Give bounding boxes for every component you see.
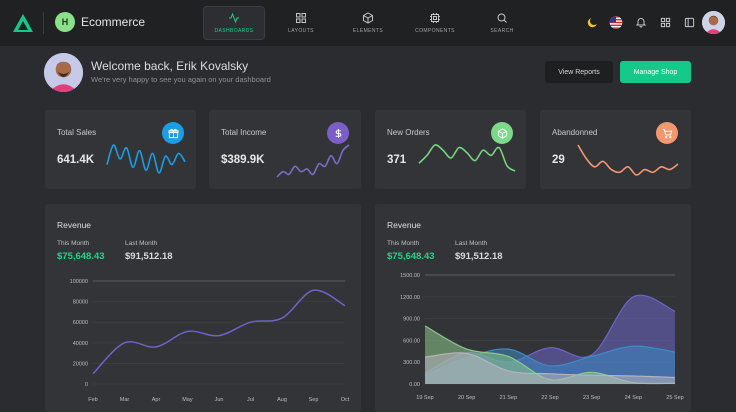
gift-icon [162, 122, 184, 144]
panel-toggle-button[interactable] [682, 15, 696, 29]
y-tick-label: 1200.00 [400, 295, 420, 301]
x-tick-label: 21 Sep [500, 395, 517, 401]
language-selector[interactable] [609, 15, 623, 29]
nav-elements[interactable]: ELEMENTS [337, 6, 399, 40]
sparkline-path [418, 144, 516, 172]
nav-layouts[interactable]: LAYOUTS [270, 6, 332, 40]
revenue-area-chart: 0.00 300.00 600.00 900.00 1200.00 1500.00 19 S… [400, 273, 684, 401]
stat-value: $389.9K [221, 154, 265, 166]
stat-card-total-income: Total Income $389.9K [209, 110, 361, 189]
cpu-icon [430, 13, 440, 23]
nav-label: LAYOUTS [288, 28, 314, 34]
y-tick-label: 300.00 [403, 360, 420, 366]
revenue-card-daily: Revenue This Month $75,648.43 Last Month… [375, 204, 691, 412]
nav-label: DASHBOARDS [214, 28, 254, 34]
box-icon [363, 12, 373, 24]
x-tick-label: 22 Sep [541, 395, 558, 401]
sparkline [577, 144, 679, 176]
x-tick-label: 19 Sep [416, 395, 433, 401]
stat-value: 641.4K [57, 154, 95, 166]
y-tick-label: 1500.00 [400, 273, 420, 279]
stat-label: New Orders [387, 128, 430, 137]
stat-label: Abandonned [552, 128, 598, 137]
view-reports-button[interactable]: View Reports [545, 61, 613, 83]
sparkline [276, 144, 350, 178]
grid-icon [660, 17, 670, 27]
brand-name[interactable]: Ecommerce [81, 15, 145, 29]
divider [43, 12, 44, 34]
nav-dashboards[interactable]: DASHBOARDS [203, 6, 265, 40]
x-tick-label: 23 Sep [583, 395, 600, 401]
stat-label: Total Income [221, 128, 267, 137]
x-tick-label: Mar [120, 397, 130, 403]
manage-shop-button[interactable]: Manage Shop [620, 61, 691, 83]
logo-icon[interactable] [12, 13, 34, 33]
x-tick-label: Apr [152, 397, 161, 403]
welcome-avatar [44, 53, 83, 92]
x-tick-label: 25 Sep [666, 395, 683, 401]
x-tick-label: Jun [215, 397, 224, 403]
x-tick-label: Sep [309, 397, 319, 403]
dark-mode-toggle[interactable] [585, 15, 599, 29]
apps-button[interactable] [658, 15, 672, 29]
grid-icon [296, 13, 306, 23]
moon-icon [587, 17, 597, 27]
us-flag-icon [609, 15, 623, 29]
nav-components[interactable]: COMPONENTS [404, 6, 466, 40]
x-tick-label: Feb [88, 397, 97, 403]
top-navbar: H Ecommerce DASHBOARDS LAYOUTS ELEMENTS … [0, 0, 736, 46]
search-icon [497, 13, 507, 23]
nav-search[interactable]: SEARCH [471, 6, 533, 40]
bell-icon [635, 18, 647, 28]
stat-value: 29 [552, 154, 565, 166]
stat-label: Total Sales [57, 128, 97, 137]
stat-card-total-sales: Total Sales 641.4K [45, 110, 196, 189]
x-tick-label: 20 Sep [458, 395, 475, 401]
welcome-avatar-illustration [44, 53, 83, 92]
dollar-icon [327, 122, 349, 144]
y-tick-label: 60000 [73, 320, 88, 326]
nav-label: SEARCH [490, 28, 514, 34]
brand-badge: H [55, 12, 75, 32]
box-icon [491, 122, 513, 144]
nav-label: COMPONENTS [415, 28, 455, 34]
stat-value: 371 [387, 154, 407, 166]
cart-icon [656, 122, 678, 144]
welcome-subtitle: We're very happy to see you again on you… [91, 75, 271, 84]
y-tick-label: 0 [85, 382, 88, 388]
y-tick-label: 900.00 [403, 317, 420, 323]
revenue-line-chart: 0 20000 40000 60000 80000 100000 Feb Mar Apr May J… [70, 279, 350, 403]
sidebar-icon [684, 17, 694, 27]
x-tick-label: Oct [341, 397, 350, 403]
sparkline [106, 144, 186, 174]
x-tick-label: 24 Sep [625, 395, 642, 401]
y-tick-label: 100000 [70, 279, 88, 285]
sparkline [418, 144, 516, 172]
y-tick-label: 80000 [73, 300, 88, 306]
x-tick-label: Jul [247, 397, 254, 403]
x-tick-label: May [182, 397, 193, 403]
user-avatar-illustration [702, 11, 725, 34]
revenue-card-monthly: Revenue This Month $75,648.43 Last Month… [45, 204, 361, 412]
y-tick-label: 600.00 [403, 338, 420, 344]
stat-card-abandonned: Abandonned 29 [540, 110, 691, 189]
sparkline-path [106, 144, 186, 174]
notifications-button[interactable] [634, 15, 648, 29]
stat-card-new-orders: New Orders 371 [375, 110, 526, 189]
series-line [92, 289, 346, 375]
sparkline-path [577, 144, 679, 176]
y-tick-label: 0.00 [409, 382, 420, 388]
y-tick-label: 20000 [73, 361, 88, 367]
sparkline-path [276, 144, 350, 178]
welcome-title: Welcome back, Erik Kovalsky [91, 59, 249, 73]
nav-label: ELEMENTS [352, 28, 384, 34]
y-tick-label: 40000 [73, 341, 88, 347]
x-tick-label: Aug [277, 397, 287, 403]
activity-icon [229, 12, 239, 24]
user-avatar[interactable] [702, 11, 725, 34]
